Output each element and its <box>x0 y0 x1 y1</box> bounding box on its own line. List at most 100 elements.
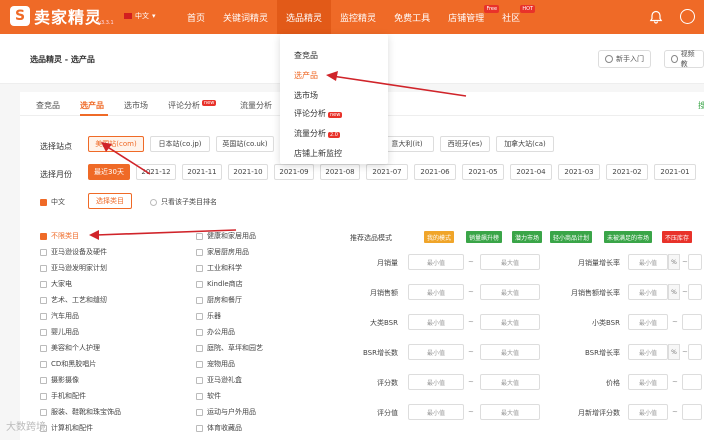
dropdown-item-market[interactable]: 选市场 <box>294 90 318 101</box>
min-input[interactable]: 最小值 <box>628 284 668 300</box>
month-chip[interactable]: 2021-04 <box>510 164 552 180</box>
max-input[interactable]: 最大值 <box>480 284 540 300</box>
tab-market[interactable]: 选市场 <box>124 100 148 111</box>
month-chip[interactable]: 2021-12 <box>136 164 176 180</box>
month-chip[interactable]: 2021-11 <box>182 164 222 180</box>
station-uk[interactable]: 英国站(co.uk) <box>216 136 274 152</box>
min-input[interactable]: 最小值 <box>628 344 668 360</box>
category-item[interactable]: 汽车用品 <box>40 311 79 321</box>
max-input[interactable] <box>682 374 702 390</box>
category-item[interactable]: 运动与户外用品 <box>196 407 256 417</box>
category-item[interactable]: 体育收藏品 <box>196 423 242 433</box>
category-item[interactable]: 亚马逊礼盒 <box>196 375 242 385</box>
category-item[interactable]: 健康和家居用品 <box>196 231 256 241</box>
category-item[interactable]: 工业和科学 <box>196 263 242 273</box>
language-selector[interactable]: 中文 ▾ <box>124 11 156 21</box>
nav-keyword[interactable]: 关键词精灵 <box>214 0 277 34</box>
category-item[interactable]: 办公用品 <box>196 327 235 337</box>
mode-unmet-market[interactable]: 未被满足的市场 <box>604 231 653 243</box>
chinese-checkbox[interactable]: 中文 <box>40 197 65 207</box>
min-input[interactable]: 最小值 <box>628 404 668 420</box>
category-item[interactable]: 手机和配件 <box>40 391 86 401</box>
dropdown-item-competitor[interactable]: 查竞品 <box>294 50 318 61</box>
max-input[interactable]: 最大值 <box>480 314 540 330</box>
category-item[interactable]: 摄影摄像 <box>40 375 79 385</box>
nav-home[interactable]: 首页 <box>178 0 214 34</box>
nav-free-tools[interactable]: 免费工具 <box>385 0 439 34</box>
nav-store-manage[interactable]: 店铺管理 Free <box>439 0 500 34</box>
station-es[interactable]: 西班牙(es) <box>440 136 490 152</box>
tab-competitor[interactable]: 查竞品 <box>36 100 60 111</box>
mode-no-inventory[interactable]: 不压库存 <box>662 231 693 243</box>
category-item[interactable]: 婴儿用品 <box>40 327 79 337</box>
category-item[interactable]: 亚马逊发明家计划 <box>40 263 107 273</box>
max-input[interactable]: 最大值 <box>480 404 540 420</box>
max-input[interactable]: 最大值 <box>480 254 540 270</box>
min-input[interactable]: 最小值 <box>408 254 464 270</box>
category-item[interactable]: 服装、鞋靴和珠宝饰品 <box>40 407 121 417</box>
nav-product-research[interactable]: 选品精灵 <box>277 0 332 34</box>
tab-right-link[interactable]: 搜 <box>698 100 704 111</box>
dropdown-item-traffic[interactable]: 流量分析 2.0 <box>294 128 340 139</box>
month-chip[interactable]: 2021-06 <box>414 164 456 180</box>
max-input[interactable] <box>682 404 702 420</box>
station-us[interactable]: 美国站(com) <box>88 136 144 152</box>
guide-button[interactable]: 新手入门 <box>598 50 651 68</box>
category-item[interactable]: 美容和个人护理 <box>40 343 100 353</box>
month-chip[interactable]: 2021-10 <box>228 164 268 180</box>
logo[interactable]: S 卖家精灵 <box>10 4 102 28</box>
min-input[interactable]: 最小值 <box>628 374 668 390</box>
nav-community[interactable]: 社区 HOT <box>493 0 536 34</box>
max-input[interactable] <box>688 284 702 300</box>
month-chip[interactable]: 2021-08 <box>320 164 360 180</box>
category-item[interactable]: 乐器 <box>196 311 221 321</box>
mode-my[interactable]: 我的模式 <box>424 231 455 243</box>
min-input[interactable]: 最小值 <box>408 374 464 390</box>
category-all[interactable]: 不限类目 <box>40 231 79 241</box>
month-recent[interactable]: 最近30天 <box>88 164 130 180</box>
mode-potential[interactable]: 潜力市场 <box>512 231 543 243</box>
category-item[interactable]: 庭院、草坪和园艺 <box>196 343 263 353</box>
tab-traffic[interactable]: 流量分析 <box>240 100 272 111</box>
month-chip[interactable]: 2021-07 <box>366 164 408 180</box>
min-input[interactable]: 最小值 <box>408 284 464 300</box>
month-chip[interactable]: 2021-01 <box>654 164 696 180</box>
station-it[interactable]: 意大利(it) <box>380 136 434 152</box>
min-input[interactable]: 最小值 <box>408 314 464 330</box>
tab-product[interactable]: 选产品 <box>80 100 104 111</box>
station-ca[interactable]: 加拿大站(ca) <box>496 136 554 152</box>
min-input[interactable]: 最小值 <box>408 404 464 420</box>
max-input[interactable] <box>688 344 702 360</box>
category-item[interactable]: CD和黑胶唱片 <box>40 359 96 369</box>
bell-icon[interactable] <box>649 10 663 24</box>
month-chip[interactable]: 2021-09 <box>274 164 314 180</box>
max-input[interactable] <box>688 254 702 270</box>
max-input[interactable]: 最大值 <box>480 344 540 360</box>
max-input[interactable]: 最大值 <box>480 374 540 390</box>
min-input[interactable]: 最小值 <box>628 314 668 330</box>
dropdown-item-product[interactable]: 选产品 <box>294 70 318 81</box>
month-chip[interactable]: 2021-03 <box>558 164 600 180</box>
select-category-button[interactable]: 选择类目 <box>88 193 132 209</box>
category-item[interactable]: 亚马逊设备及硬件 <box>40 247 107 257</box>
category-item[interactable]: 厨房和餐厅 <box>196 295 242 305</box>
user-icon[interactable] <box>680 9 695 24</box>
category-item[interactable]: 宠物用品 <box>196 359 235 369</box>
month-chip[interactable]: 2021-05 <box>462 164 504 180</box>
station-jp[interactable]: 日本站(co.jp) <box>150 136 210 152</box>
category-item[interactable]: 家居厨房用品 <box>196 247 249 257</box>
month-chip[interactable]: 2021-02 <box>606 164 648 180</box>
mode-light-small[interactable]: 轻小商品计划 <box>550 231 593 243</box>
category-item[interactable]: 计算机和配件 <box>40 423 93 433</box>
category-item[interactable]: 软件 <box>196 391 221 401</box>
nav-monitor[interactable]: 监控精灵 <box>331 0 385 34</box>
min-input[interactable]: 最小值 <box>628 254 668 270</box>
video-button[interactable]: 视频教 <box>664 50 704 68</box>
dropdown-item-store-monitor[interactable]: 店铺上新监控 <box>294 148 342 159</box>
max-input[interactable] <box>682 314 702 330</box>
category-item[interactable]: Kindle商店 <box>196 279 243 289</box>
tab-review[interactable]: 评论分析 new <box>168 100 217 111</box>
category-item[interactable]: 大家电 <box>40 279 72 289</box>
min-input[interactable]: 最小值 <box>408 344 464 360</box>
parent-only-radio[interactable]: 只看该子类目排名 <box>150 197 217 207</box>
